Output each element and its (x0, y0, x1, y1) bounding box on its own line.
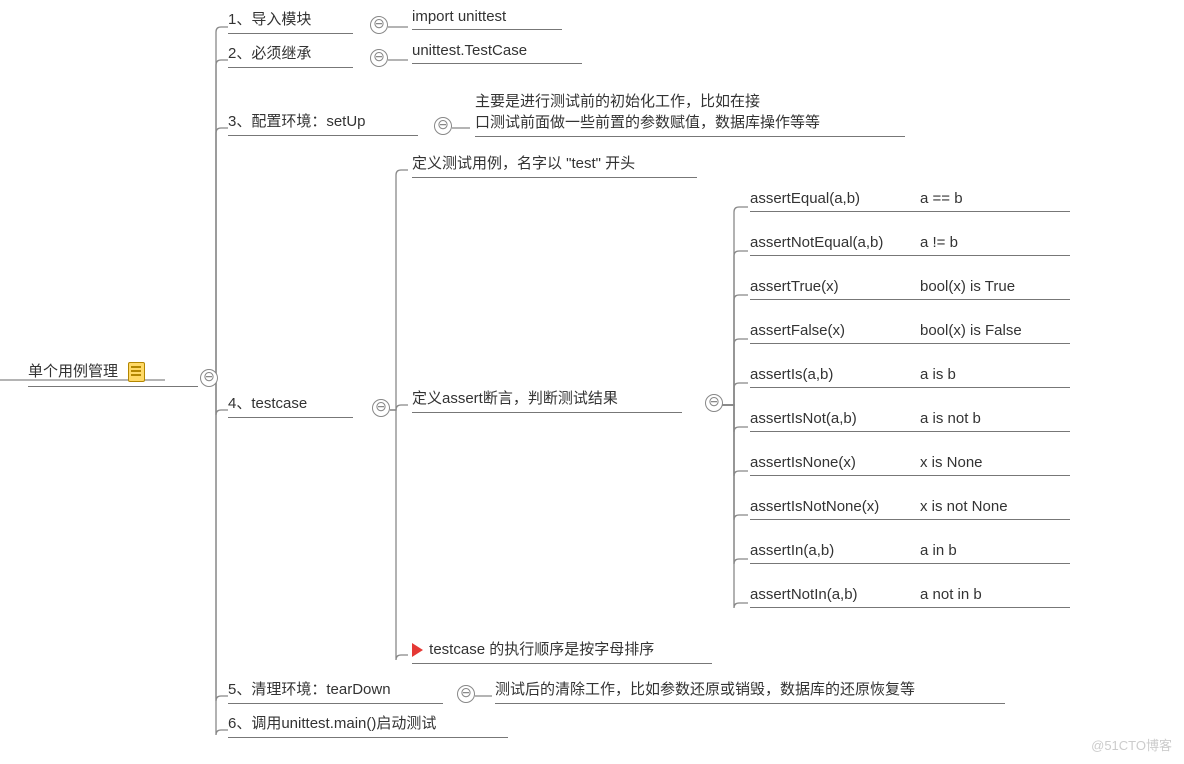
assert-method: assertTrue(x) (750, 278, 920, 295)
collapse-icon-assert[interactable]: ⊖ (705, 394, 723, 412)
node-teardown-detail: 测试后的清除工作，比如参数还原或销毁，数据库的还原恢复等 (495, 678, 1005, 704)
assert-method: assertEqual(a,b) (750, 190, 920, 207)
assert-method: assertIsNotNone(x) (750, 498, 920, 515)
collapse-icon-n3[interactable]: ⊖ (434, 117, 452, 135)
node-inherit-detail: unittest.TestCase (412, 42, 582, 64)
setup-detail-line2: 口测试前面做一些前置的参数赋值，数据库操作等等 (475, 111, 905, 132)
node-define-assert: 定义assert断言，判断测试结果 (412, 387, 682, 413)
assert-row: assertIs(a,b)a is b (750, 366, 1070, 388)
assert-method: assertFalse(x) (750, 322, 920, 339)
assert-row: assertEqual(a,b)a == b (750, 190, 1070, 212)
note-icon (128, 362, 145, 382)
collapse-icon-root[interactable]: ⊖ (200, 369, 218, 387)
assert-meaning: bool(x) is False (920, 322, 1060, 339)
assert-meaning: x is not None (920, 498, 1060, 515)
node-main: 6、调用unittest.main()启动测试 (228, 712, 508, 738)
node-import-module: 1、导入模块 (228, 8, 353, 34)
assert-meaning: a not in b (920, 586, 1060, 603)
assert-method: assertIs(a,b) (750, 366, 920, 383)
node-testcase: 4、testcase (228, 392, 353, 418)
assert-meaning: a != b (920, 234, 1060, 251)
assert-meaning: bool(x) is True (920, 278, 1060, 295)
assert-row: assertIn(a,b)a in b (750, 542, 1070, 564)
assert-method: assertIn(a,b) (750, 542, 920, 559)
assert-row: assertFalse(x)bool(x) is False (750, 322, 1070, 344)
root-label: 单个用例管理 (28, 363, 118, 380)
assert-meaning: a in b (920, 542, 1060, 559)
assert-row: assertIsNotNone(x)x is not None (750, 498, 1070, 520)
node-testcase-order: testcase 的执行顺序是按字母排序 (412, 638, 712, 664)
collapse-icon-n1[interactable]: ⊖ (370, 16, 388, 34)
collapse-icon-n5[interactable]: ⊖ (457, 685, 475, 703)
root-node: 单个用例管理 (28, 360, 198, 387)
assert-method: assertNotEqual(a,b) (750, 234, 920, 251)
assert-row: assertNotEqual(a,b)a != b (750, 234, 1070, 256)
assert-meaning: x is None (920, 454, 1060, 471)
collapse-icon-n4[interactable]: ⊖ (372, 399, 390, 417)
assert-row: assertIsNot(a,b)a is not b (750, 410, 1070, 432)
assert-meaning: a == b (920, 190, 1060, 207)
node-teardown: 5、清理环境：tearDown (228, 678, 443, 704)
assert-meaning: a is b (920, 366, 1060, 383)
node-setup: 3、配置环境：setUp (228, 110, 418, 136)
assert-row: assertTrue(x)bool(x) is True (750, 278, 1070, 300)
watermark: @51CTO博客 (1091, 735, 1172, 754)
collapse-icon-n2[interactable]: ⊖ (370, 49, 388, 67)
node-import-detail: import unittest (412, 8, 562, 30)
testcase-order-text: testcase 的执行顺序是按字母排序 (429, 641, 654, 658)
assert-row: assertIsNone(x)x is None (750, 454, 1070, 476)
assert-method: assertIsNot(a,b) (750, 410, 920, 427)
assert-method: assertNotIn(a,b) (750, 586, 920, 603)
setup-detail-line1: 主要是进行测试前的初始化工作，比如在接 (475, 90, 905, 111)
node-define-testcase: 定义测试用例，名字以 "test" 开头 (412, 152, 697, 178)
assert-method: assertIsNone(x) (750, 454, 920, 471)
assert-row: assertNotIn(a,b)a not in b (750, 586, 1070, 608)
node-setup-detail: 主要是进行测试前的初始化工作，比如在接 口测试前面做一些前置的参数赋值，数据库操… (475, 90, 905, 137)
node-inherit: 2、必须继承 (228, 42, 353, 68)
assert-meaning: a is not b (920, 410, 1060, 427)
flag-icon (412, 643, 423, 657)
